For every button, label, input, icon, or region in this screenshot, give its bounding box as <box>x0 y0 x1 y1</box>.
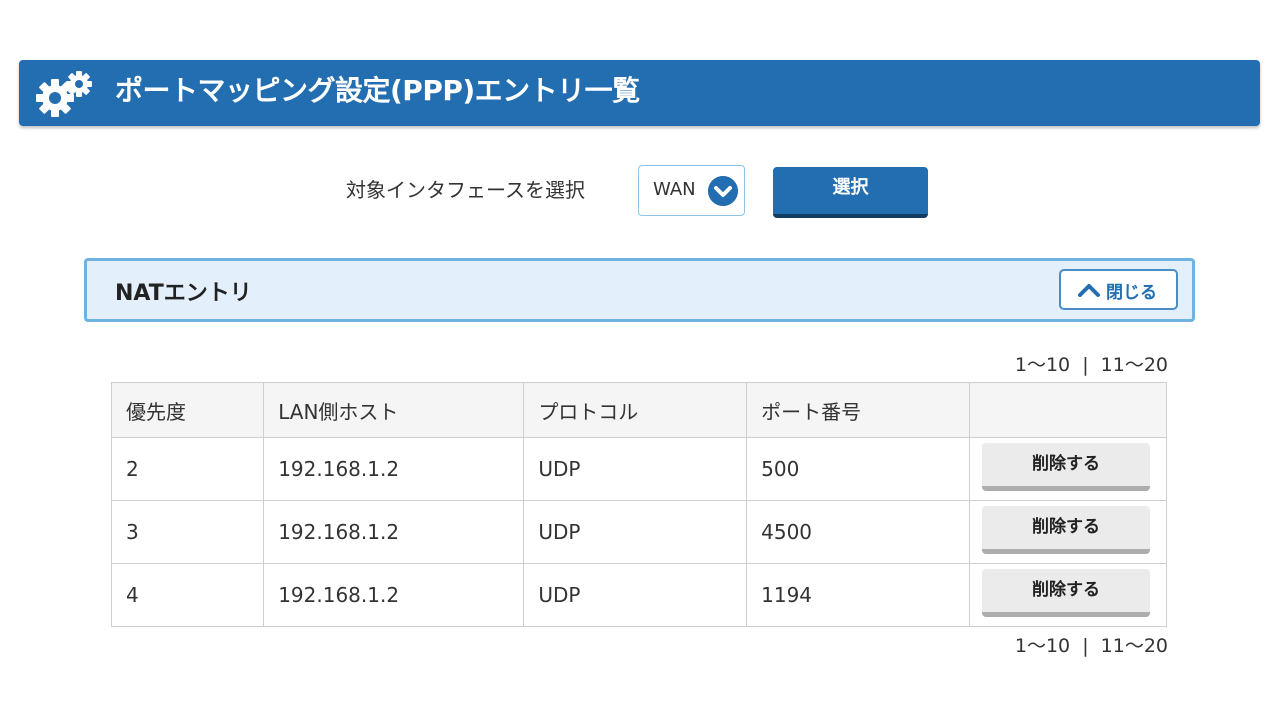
column-header-action <box>969 382 1167 438</box>
page-link-11-20[interactable]: 11〜20 <box>1101 635 1168 657</box>
interface-select-value: WAN <box>653 179 696 200</box>
cell-action: 削除する <box>969 437 1167 501</box>
table-row: 4 192.168.1.2 UDP 1194 削除する <box>110 563 1167 627</box>
page-link-11-20[interactable]: 11〜20 <box>1101 354 1168 376</box>
page: ポートマッピング設定(PPP)エントリ一覧 対象インタフェースを選択 WAN 選… <box>0 0 1280 720</box>
column-header-lan-host: LAN側ホスト <box>263 382 525 438</box>
page-link-1-10[interactable]: 1〜10 <box>1015 635 1070 657</box>
chevron-up-icon <box>1078 284 1100 297</box>
delete-button[interactable]: 削除する <box>982 569 1150 617</box>
close-button[interactable]: 閉じる <box>1059 269 1178 310</box>
page-link-1-10[interactable]: 1〜10 <box>1015 354 1070 376</box>
page-title: ポートマッピング設定(PPP)エントリ一覧 <box>115 74 640 107</box>
cell-priority: 4 <box>110 563 265 627</box>
nat-section-header: NATエントリ 閉じる <box>84 258 1195 322</box>
cell-lan-host: 192.168.1.2 <box>263 563 525 627</box>
chevron-down-icon <box>708 176 738 206</box>
delete-button[interactable]: 削除する <box>982 506 1150 554</box>
table-header-row: 優先度 LAN側ホスト プロトコル ポート番号 <box>110 382 1167 438</box>
cell-lan-host: 192.168.1.2 <box>263 500 525 564</box>
interface-select[interactable]: WAN <box>638 165 745 216</box>
column-header-port: ポート番号 <box>746 382 970 438</box>
column-header-protocol: プロトコル <box>523 382 748 438</box>
cell-protocol: UDP <box>523 563 748 627</box>
cell-action: 削除する <box>969 500 1167 564</box>
gears-icon <box>36 71 92 117</box>
header-bar: ポートマッピング設定(PPP)エントリ一覧 <box>19 60 1260 126</box>
cell-port: 500 <box>746 437 970 501</box>
cell-protocol: UDP <box>523 500 748 564</box>
column-header-priority: 優先度 <box>110 382 265 438</box>
cell-priority: 3 <box>110 500 265 564</box>
nat-section-title: NATエントリ <box>115 281 252 306</box>
select-button[interactable]: 選択 <box>773 167 928 218</box>
cell-protocol: UDP <box>523 437 748 501</box>
pagination-bottom: 1〜10 | 11〜20 <box>1015 631 1168 658</box>
cell-action: 削除する <box>969 563 1167 627</box>
cell-priority: 2 <box>110 437 265 501</box>
cell-port: 1194 <box>746 563 970 627</box>
pagination-separator: | <box>1082 354 1089 376</box>
close-label: 閉じる <box>1106 283 1157 303</box>
nat-entry-table: 優先度 LAN側ホスト プロトコル ポート番号 2 192.168.1.2 UD… <box>110 382 1167 627</box>
interface-label: 対象インタフェースを選択 <box>346 178 585 202</box>
pagination-separator: | <box>1082 635 1089 657</box>
table-row: 2 192.168.1.2 UDP 500 削除する <box>110 437 1167 501</box>
cell-lan-host: 192.168.1.2 <box>263 437 525 501</box>
pagination-top: 1〜10 | 11〜20 <box>1015 350 1168 377</box>
cell-port: 4500 <box>746 500 970 564</box>
table-row: 3 192.168.1.2 UDP 4500 削除する <box>110 500 1167 564</box>
delete-button[interactable]: 削除する <box>982 443 1150 491</box>
